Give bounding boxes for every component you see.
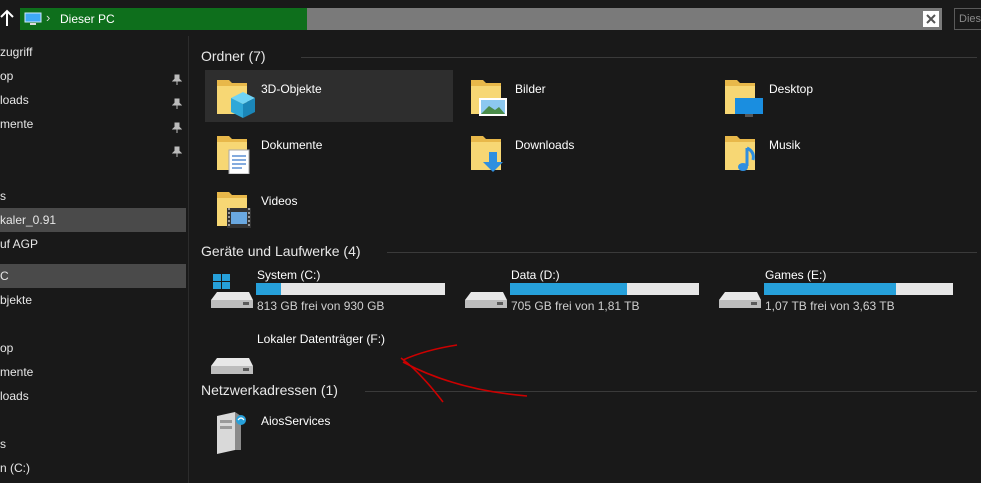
drive-usage-bar [256,283,445,295]
nav-item[interactable]: kaler_0.91 [0,208,186,232]
red-arrow-annotation [400,344,528,403]
drive-label: Lokaler Datenträger (F:) [257,332,386,346]
nav-item[interactable] [0,408,186,432]
drive-usage-fill [510,283,627,295]
folder-item-desktop[interactable]: Desktop [713,70,961,122]
nav-item-label: s [0,437,6,451]
drive-label: System (C:) [257,268,321,282]
nav-item-label: op [0,341,14,355]
nav-item[interactable]: n (C:) [0,456,186,480]
nav-item[interactable]: s [0,432,186,456]
drive-label: Data (D:) [511,268,560,282]
nav-item-label: kaler_0.91 [0,213,57,227]
folder-item-downloads[interactable]: Downloads [459,126,707,178]
nav-item-label: n (C:) [0,461,30,475]
up-arrow-icon[interactable] [0,8,14,28]
drive-label: Games (E:) [765,268,827,282]
network-server-icon [211,410,247,459]
hard-drive-icon [209,340,255,385]
group-divider [387,252,977,253]
nav-item-label: bjekte [0,293,33,307]
chevron-right-icon[interactable]: › [46,10,50,25]
folder-item-videos[interactable]: Videos [205,182,453,234]
desktop-folder-icon [723,74,763,123]
nav-item[interactable]: op [0,64,186,88]
nav-item[interactable]: bjekte [0,288,186,312]
drive-free-space: 1,07 TB frei von 3,63 TB [765,299,895,313]
this-pc-icon [24,12,42,31]
content-pane: Ordner (7) Geräte und Laufwerke (4) Netz… [189,36,981,483]
nav-item-label: uf AGP [0,237,39,251]
navigation-pane: zugriff op loads mente s kaler_0.91uf AGP Cbje… [0,36,188,483]
nav-item-label: op [0,69,14,83]
nav-item[interactable]: zugriff [0,40,186,64]
nav-item-label: loads [0,389,29,403]
nav-item[interactable]: op [0,336,186,360]
nav-item-label: zugriff [0,45,33,59]
address-bar[interactable]: › Dieser PC [20,8,942,30]
address-toolbar: › Dieser PC Dies [0,0,981,36]
pin-icon[interactable] [171,142,183,166]
pictures-folder-icon [469,74,509,123]
folder-item-3d-objekte[interactable]: 3D-Objekte [205,70,453,122]
folder-item-label: Dokumente [261,138,323,152]
folder-item-dokumente[interactable]: Dokumente [205,126,453,178]
folder-item-musik[interactable]: Musik [713,126,961,178]
drive-free-space: 813 GB frei von 930 GB [257,299,385,313]
hard-drive-icon [717,274,763,319]
drive-usage-bar [510,283,699,295]
folder-item-label: Desktop [769,82,814,96]
group-header-drives[interactable]: Geräte und Laufwerke (4) [201,243,361,259]
clear-icon[interactable] [923,11,939,27]
nav-item-label: mente [0,117,34,131]
folder-item-label: Bilder [515,82,546,96]
nav-item[interactable]: loads [0,88,186,112]
drive-item[interactable]: Games (E:) 1,07 TB frei von 3,63 TB [713,268,963,320]
group-header-folders[interactable]: Ordner (7) [201,48,266,64]
drive-item[interactable]: Data (D:) 705 GB frei von 1,81 TB [459,268,709,320]
nav-item[interactable]: mente [0,112,186,136]
folder-item-label: Videos [261,194,298,208]
nav-item[interactable]: loads [0,384,186,408]
3d-objects-folder-icon [215,74,255,123]
drive-usage-fill [764,283,896,295]
drive-usage-bar [764,283,953,295]
folder-item-label: Musik [769,138,801,152]
nav-item-label: C [0,269,9,283]
network-item-label: AiosServices [261,414,331,428]
nav-item-label: mente [0,365,34,379]
nav-item[interactable]: s [0,184,186,208]
drive-usage-fill [256,283,281,295]
folder-item-label: 3D-Objekte [261,82,322,96]
network-item-aiosservices[interactable]: AiosServices [205,404,453,456]
search-input[interactable]: Dies [954,8,981,30]
group-divider [301,57,977,58]
nav-item[interactable] [0,312,186,336]
videos-folder-icon [215,186,255,235]
nav-item-label: s [0,189,6,203]
nav-item[interactable]: uf AGP [0,232,186,256]
music-folder-icon [723,130,763,179]
nav-item-label: loads [0,93,29,107]
downloads-folder-icon [469,130,509,179]
drive-item[interactable]: System (C:) 813 GB frei von 930 GB [205,268,455,320]
system-drive-icon [209,274,255,319]
drive-free-space: 705 GB frei von 1,81 TB [511,299,640,313]
nav-item[interactable]: C [0,264,186,288]
breadcrumb[interactable]: Dieser PC [60,12,115,26]
nav-item[interactable]: mente [0,360,186,384]
hard-drive-icon [463,274,509,319]
folder-item-bilder[interactable]: Bilder [459,70,707,122]
nav-item[interactable] [0,136,186,160]
folder-item-label: Downloads [515,138,575,152]
documents-folder-icon [215,130,255,179]
